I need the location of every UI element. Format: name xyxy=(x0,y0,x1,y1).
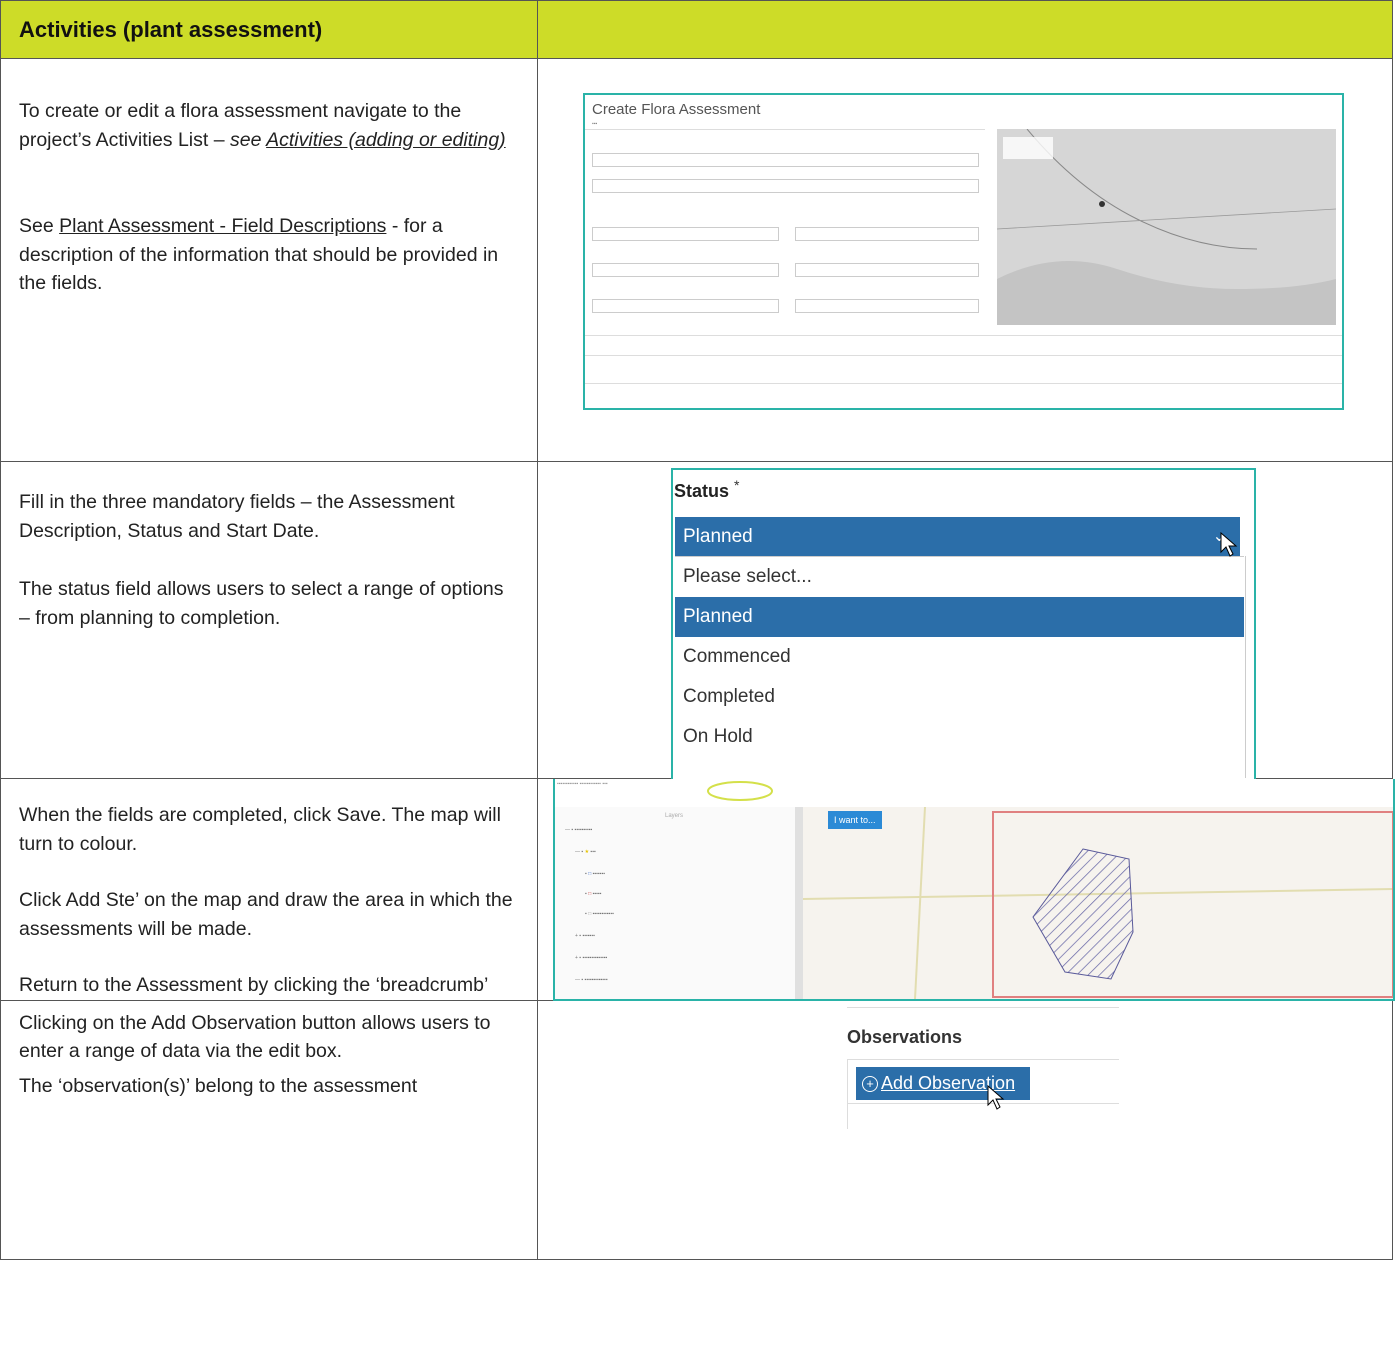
activities-link[interactable]: Activities (adding or editing) xyxy=(266,129,506,151)
layer-item[interactable]: — ▪ ▪▪▪▪▪▪▪▪▪▪ xyxy=(565,827,592,833)
layer-item[interactable]: — ▪ ▪▪▪▪▪▪▪▪▪▪▪▪▪ xyxy=(575,977,608,983)
create-flora-assessment-screenshot: Create Flora Assessment ▪▪▪ xyxy=(583,93,1344,410)
screenshot-title: Create Flora Assessment xyxy=(592,101,761,118)
mouse-cursor-icon xyxy=(987,1084,1005,1110)
layer-item[interactable]: — ▪ ★ ▪▪▪ xyxy=(575,849,596,855)
header-row: Activities (plant assessment) xyxy=(0,0,1393,59)
observations-title: Observations xyxy=(847,1026,963,1047)
add-site-paragraph: Click Add Ste’ on the map and draw the a… xyxy=(19,889,513,940)
status-option-commenced[interactable]: Commenced xyxy=(675,637,1244,677)
status-range-paragraph: The status field allows users to select … xyxy=(19,578,504,629)
layer-item[interactable]: ▪ □ ▪▪▪▪▪ xyxy=(585,891,601,897)
map-drawing xyxy=(803,807,1393,999)
breadcrumb-highlight xyxy=(707,781,773,801)
status-options-list: Please select... Planned Commenced Compl… xyxy=(675,556,1244,779)
breadcrumb-paragraph: Return to the Assessment by clicking the… xyxy=(19,974,489,996)
status-option-please-select[interactable]: Please select... xyxy=(675,557,1244,597)
observations-screenshot: Observations + Add Observation xyxy=(847,1000,1119,1131)
status-dropdown-screenshot: Status * Planned ⌄ Please select... Plan… xyxy=(671,468,1256,781)
plus-circle-icon: + xyxy=(862,1075,878,1092)
field-descriptions-link[interactable]: Plant Assessment - Field Descriptions xyxy=(59,215,386,237)
field-description-paragraph: See Plant Assessment - Field Description… xyxy=(19,215,499,294)
row-map: When the fields are completed, click Sav… xyxy=(0,778,1395,1001)
mouse-cursor-icon xyxy=(1220,532,1238,557)
row-observations: Clicking on the Add Observation button a… xyxy=(0,999,1393,1260)
layers-title: Layers xyxy=(665,813,684,819)
row-status: Fill in the three mandatory fields – the… xyxy=(0,461,1393,781)
breadcrumb[interactable]: ▪▪▪▪▪▪▪▪▪▪▪▪ ▪▪▪▪▪▪▪▪▪▪▪▪ ▪▪▪ xyxy=(557,781,608,787)
status-option-planned[interactable]: Planned xyxy=(675,597,1244,637)
map-thumbnail-graphic xyxy=(997,129,1336,325)
status-option-completed[interactable]: Completed xyxy=(675,677,1244,717)
add-observation-paragraph: Clicking on the Add Observation button a… xyxy=(19,1011,491,1063)
status-option-on-hold[interactable]: On Hold xyxy=(675,717,1244,757)
mandatory-fields-paragraph: Fill in the three mandatory fields – the… xyxy=(19,491,455,542)
status-select[interactable]: Planned ⌄ xyxy=(675,517,1240,556)
layer-item[interactable]: ▪ □ ▪▪▪▪▪▪▪▪▪▪▪▪ xyxy=(585,911,614,917)
layer-item[interactable]: ▪ □ ▪▪▪▪▪▪▪ xyxy=(585,871,605,877)
save-paragraph: When the fields are completed, click Sav… xyxy=(19,804,501,855)
section-title: Activities (plant assessment) xyxy=(19,17,323,42)
map-screenshot: ▪▪▪▪▪▪▪▪▪▪▪▪ ▪▪▪▪▪▪▪▪▪▪▪▪ ▪▪▪ Layers — ▪… xyxy=(553,779,1395,1001)
intro-paragraph: To create or edit a flora assessment nav… xyxy=(19,100,506,151)
row-create-assessment: To create or edit a flora assessment nav… xyxy=(0,58,1393,462)
options-scrollbar[interactable] xyxy=(1245,556,1246,778)
map-canvas[interactable]: I want to... xyxy=(803,807,1393,999)
status-label: Status * xyxy=(674,477,740,501)
layers-panel: Layers — ▪ ▪▪▪▪▪▪▪▪▪▪ — ▪ ★ ▪▪▪ ▪ □ ▪▪▪▪… xyxy=(555,807,803,999)
required-marker: * xyxy=(734,477,740,493)
map-thumbnail xyxy=(997,129,1336,325)
layer-item[interactable]: + ▪ ▪▪▪▪▪▪▪▪▪▪▪▪▪▪ xyxy=(575,955,607,961)
instruction-table: Activities (plant assessment) To create … xyxy=(0,0,1395,1260)
layer-item[interactable]: + ▪ ▪▪▪▪▪▪▪ xyxy=(575,933,595,939)
observation-belongs-paragraph: The ‘observation(s)’ belong to the asses… xyxy=(19,1074,418,1097)
